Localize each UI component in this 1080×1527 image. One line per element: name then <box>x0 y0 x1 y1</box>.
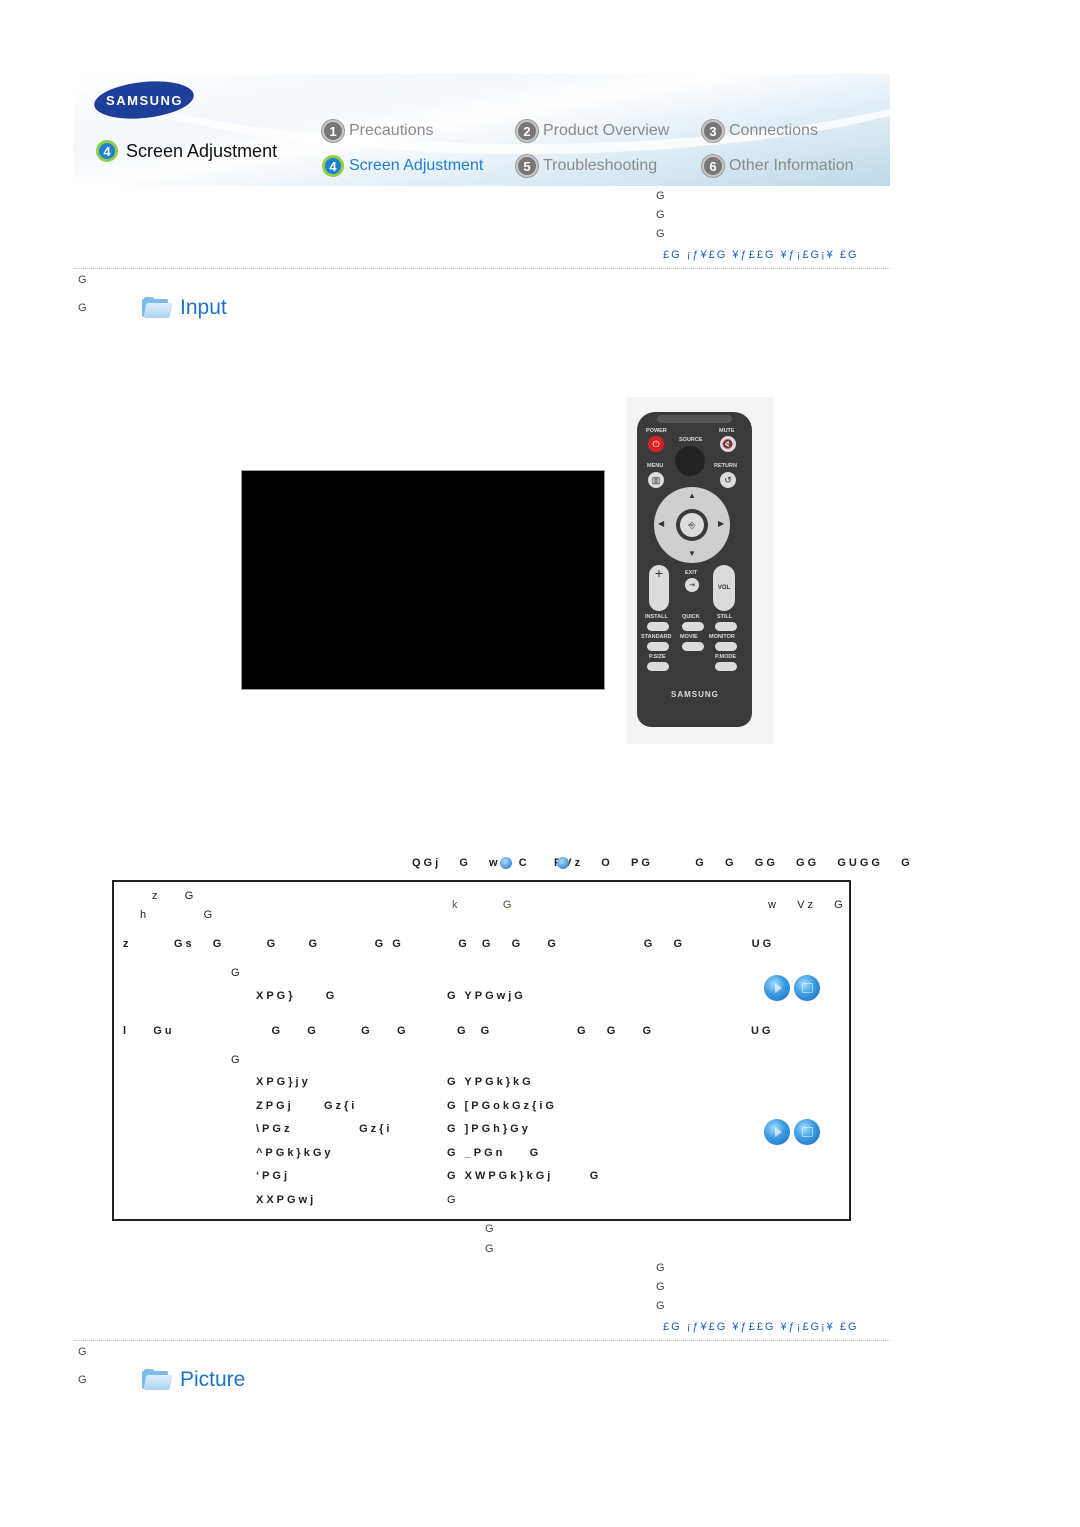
play-small-icon <box>500 857 512 869</box>
nav-other-information[interactable]: 6 Other Information <box>702 155 854 177</box>
volume-button: VOL <box>713 565 735 611</box>
pmode-button <box>715 662 737 671</box>
return-icon: ↺ <box>720 472 736 488</box>
nav-number-icon: 6 <box>702 155 724 177</box>
movie-button <box>682 642 704 651</box>
placeholder-glyph: G <box>656 209 665 221</box>
source-item-right: G ]PGh}Gy <box>447 1123 531 1135</box>
remote-control-image: POWER SOURCE MUTE ⏻ 🔇 MENU RETURN ▥ ↺ ⎆ … <box>637 412 752 727</box>
play-button[interactable] <box>764 1119 790 1145</box>
source-item-right: G _PGn G <box>447 1147 542 1159</box>
nav-precautions[interactable]: 1 Precautions <box>322 120 434 142</box>
placeholder-glyph: G <box>656 1281 665 1293</box>
menu-icon: ▥ <box>648 472 664 488</box>
keystone-button: + <box>649 565 669 611</box>
down-arrow-icon: ▼ <box>688 549 696 558</box>
page-nav-links[interactable]: £G ¡ƒ¥£G ¥ƒ££G ¥ƒ¡£G¡¥ £G <box>663 249 859 261</box>
quick-button <box>682 622 704 631</box>
source-item-right: G YPGk}kG <box>447 1076 534 1088</box>
ir-window <box>657 415 732 423</box>
screen-preview <box>241 470 605 690</box>
source-item-left: XPG}jy <box>256 1076 311 1088</box>
media-controls-2 <box>764 1119 820 1145</box>
section-title-picture: Picture <box>142 1368 245 1392</box>
play-icon <box>774 1127 782 1137</box>
instruction-caption: QGj G w C PVz O PG G G GG GG GUGG G <box>412 857 913 869</box>
placeholder-glyph: G <box>656 1300 665 1312</box>
source-item-right: G [PGokGz{iG <box>447 1100 557 1112</box>
source-item-left: ^PGk}kGy <box>256 1147 334 1159</box>
placeholder-glyph: G <box>656 190 665 202</box>
placeholder-glyph: G <box>78 302 87 314</box>
stop-icon <box>801 983 813 993</box>
still-button <box>715 622 737 631</box>
nav-number-icon: 4 <box>322 155 344 177</box>
standard-button <box>647 642 669 651</box>
source-item-right: G XWPGk}kGj G <box>447 1170 602 1182</box>
power-icon: ⏻ <box>648 436 664 452</box>
header-banner: SAMSUNG 4 Screen Adjustment 1 Precaution… <box>74 74 890 186</box>
left-arrow-icon: ◀ <box>658 519 665 528</box>
placeholder-glyph: G <box>78 1374 87 1386</box>
mute-icon: 🔇 <box>720 436 736 452</box>
section-title-input: Input <box>142 296 227 320</box>
media-controls-1 <box>764 975 820 1001</box>
stop-small-icon <box>557 857 569 869</box>
remote-brand: SAMSUNG <box>671 690 719 699</box>
folder-icon <box>142 1369 173 1391</box>
divider <box>74 1340 890 1341</box>
placeholder-glyph: G <box>78 1346 87 1358</box>
exit-icon: ⇥ <box>685 578 699 592</box>
section-number-badge: 4 <box>96 140 118 162</box>
source-item-left: XXPGwj <box>256 1194 317 1206</box>
source-item-left: \PGz Gz{i <box>256 1123 393 1135</box>
psize-button <box>647 662 669 671</box>
play-button[interactable] <box>764 975 790 1001</box>
source-item-left: ‘PGj <box>256 1170 291 1182</box>
divider <box>74 268 890 269</box>
nav-troubleshooting[interactable]: 5 Troubleshooting <box>516 155 657 177</box>
placeholder-glyph: G <box>485 1223 494 1235</box>
play-icon <box>774 983 782 993</box>
stop-icon <box>801 1127 813 1137</box>
monitor-button <box>715 642 737 651</box>
nav-screen-adjustment[interactable]: 4 Screen Adjustment <box>322 155 483 177</box>
placeholder-glyph: G <box>656 228 665 240</box>
stop-button[interactable] <box>794 1119 820 1145</box>
placeholder-glyph: G <box>78 274 87 286</box>
current-section-title: 4 Screen Adjustment <box>96 140 277 162</box>
source-item-right: G <box>447 1194 459 1206</box>
source-button <box>675 446 705 476</box>
nav-connections[interactable]: 3 Connections <box>702 120 818 142</box>
placeholder-glyph: G <box>485 1243 494 1255</box>
dpad: ⎆ ▲ ▼ ◀ ▶ <box>654 487 730 563</box>
enter-icon: ⎆ <box>680 513 704 537</box>
page-nav-links[interactable]: £G ¡ƒ¥£G ¥ƒ££G ¥ƒ¡£G¡¥ £G <box>663 1321 859 1333</box>
up-arrow-icon: ▲ <box>688 491 696 500</box>
nav-number-icon: 5 <box>516 155 538 177</box>
nav-number-icon: 2 <box>516 120 538 142</box>
nav-product-overview[interactable]: 2 Product Overview <box>516 120 669 142</box>
folder-icon <box>142 297 173 319</box>
stop-button[interactable] <box>794 975 820 1001</box>
nav-number-icon: 3 <box>702 120 724 142</box>
nav-number-icon: 1 <box>322 120 344 142</box>
placeholder-glyph: G <box>656 1262 665 1274</box>
install-button <box>647 622 669 631</box>
source-item-left: ZPGj Gz{i <box>256 1100 358 1112</box>
right-arrow-icon: ▶ <box>718 519 725 528</box>
